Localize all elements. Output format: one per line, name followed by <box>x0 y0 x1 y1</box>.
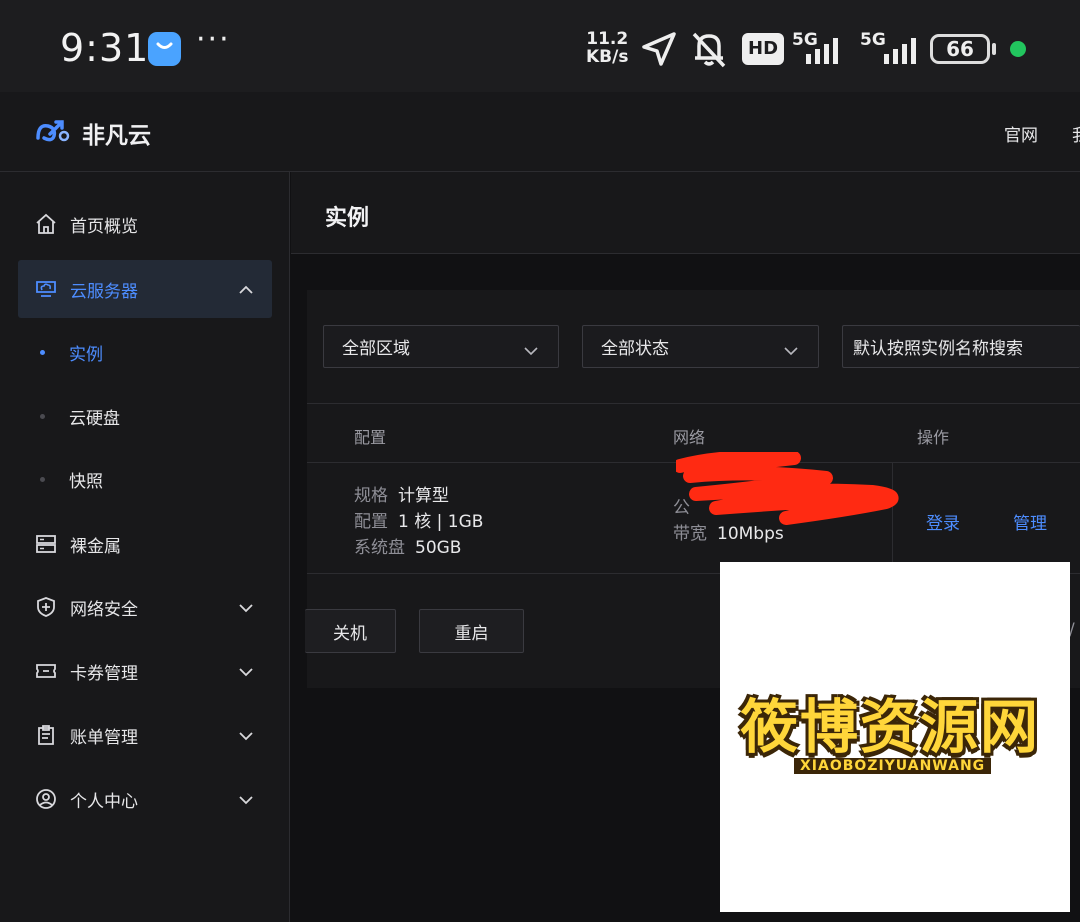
status-bar: 9:31 ··· 11.2 KB/s HD 5G 5G 66 <box>0 0 1080 92</box>
chevron-down-icon <box>238 598 254 617</box>
ticket-icon <box>34 659 58 683</box>
watermark-subtitle: XIAOBOZIYUANWANG <box>794 758 992 774</box>
sidebar-subitem-cloud-disk[interactable]: 云硬盘 <box>40 396 120 436</box>
sidebar-item-home[interactable]: 首页概览 <box>18 195 272 253</box>
watermark-title: 筱博资源网 <box>740 693 1041 761</box>
sidebar-subitem-snapshot[interactable]: 快照 <box>40 459 103 499</box>
server-rack-icon <box>34 532 58 556</box>
hd-voice-icon: HD <box>742 33 785 65</box>
chevron-up-icon <box>238 280 254 299</box>
sidebar-item-network-security[interactable]: 网络安全 <box>18 578 272 636</box>
shutdown-button[interactable]: 关机 <box>305 609 396 653</box>
chevron-down-icon <box>238 662 254 681</box>
sidebar-item-bare-metal[interactable]: 裸金属 <box>18 515 272 573</box>
login-link[interactable]: 登录 <box>926 509 960 534</box>
chevron-down-icon <box>238 790 254 809</box>
more-notifications-icon: ··· <box>196 22 231 57</box>
brand-name[interactable]: 非凡云 <box>82 116 151 150</box>
search-input[interactable]: 默认按照实例名称搜索 <box>842 325 1080 368</box>
column-header-config: 配置 <box>354 428 387 447</box>
battery-tip <box>992 43 996 55</box>
cloud-server-icon <box>34 277 58 301</box>
sidebar-subitem-instances[interactable]: 实例 <box>40 332 103 372</box>
chevron-down-icon <box>784 341 798 361</box>
shield-icon <box>34 595 58 619</box>
signal-5g-icon: 5G <box>792 30 838 64</box>
column-header-actions: 操作 <box>917 428 950 447</box>
bullet-dot <box>40 476 45 482</box>
signal-5g-icon-2: 5G <box>860 30 916 64</box>
brand-logo-icon[interactable] <box>34 118 70 148</box>
mute-bell-icon <box>688 30 730 72</box>
bullet-dot <box>40 413 45 419</box>
bullet-dot <box>40 349 45 355</box>
nav-link-official-site[interactable]: 官网 <box>1004 121 1038 146</box>
sidebar-item-cloud-server[interactable]: 云服务器 <box>18 260 272 318</box>
restart-button[interactable]: 重启 <box>419 609 524 653</box>
green-dot-icon <box>1010 41 1026 57</box>
chevron-down-icon <box>524 341 538 361</box>
clipboard-icon <box>34 723 58 747</box>
page-header: 实例 <box>291 172 1080 254</box>
home-icon <box>34 212 58 236</box>
watermark-logo: 筱博资源网 XIAOBOZIYUANWANG <box>720 562 1070 912</box>
column-header-network: 网络 <box>673 428 706 447</box>
status-select[interactable]: 全部状态 <box>582 325 819 368</box>
sidebar: 首页概览 云服务器 实例 云硬盘 快照 裸金属 网络安全 卡券管理 账单管理 个… <box>0 172 290 922</box>
sidebar-item-user-center[interactable]: 个人中心 <box>18 770 272 828</box>
location-arrow-icon <box>640 30 678 72</box>
clock: 9:31 <box>60 26 150 70</box>
page-title: 实例 <box>325 206 370 231</box>
user-circle-icon <box>34 787 58 811</box>
chevron-down-icon <box>238 726 254 745</box>
redaction-scribble <box>673 450 906 532</box>
network-speed: 11.2 KB/s <box>586 29 629 67</box>
spec-field: 规格 计算型 <box>354 486 449 506</box>
battery-icon: 66 <box>930 34 990 64</box>
app-store-icon <box>148 32 181 66</box>
top-nav: 非凡云 官网 我 <box>0 92 1080 172</box>
nav-link-truncated[interactable]: 我 <box>1072 121 1080 146</box>
manage-link[interactable]: 管理 <box>1013 509 1047 534</box>
sidebar-item-coupons[interactable]: 卡券管理 <box>18 642 272 700</box>
system-disk-field: 系统盘 50GB <box>354 538 462 558</box>
region-select[interactable]: 全部区域 <box>323 325 559 368</box>
config-field: 配置 1 核 | 1GB <box>354 512 484 532</box>
sidebar-item-billing[interactable]: 账单管理 <box>18 706 272 764</box>
